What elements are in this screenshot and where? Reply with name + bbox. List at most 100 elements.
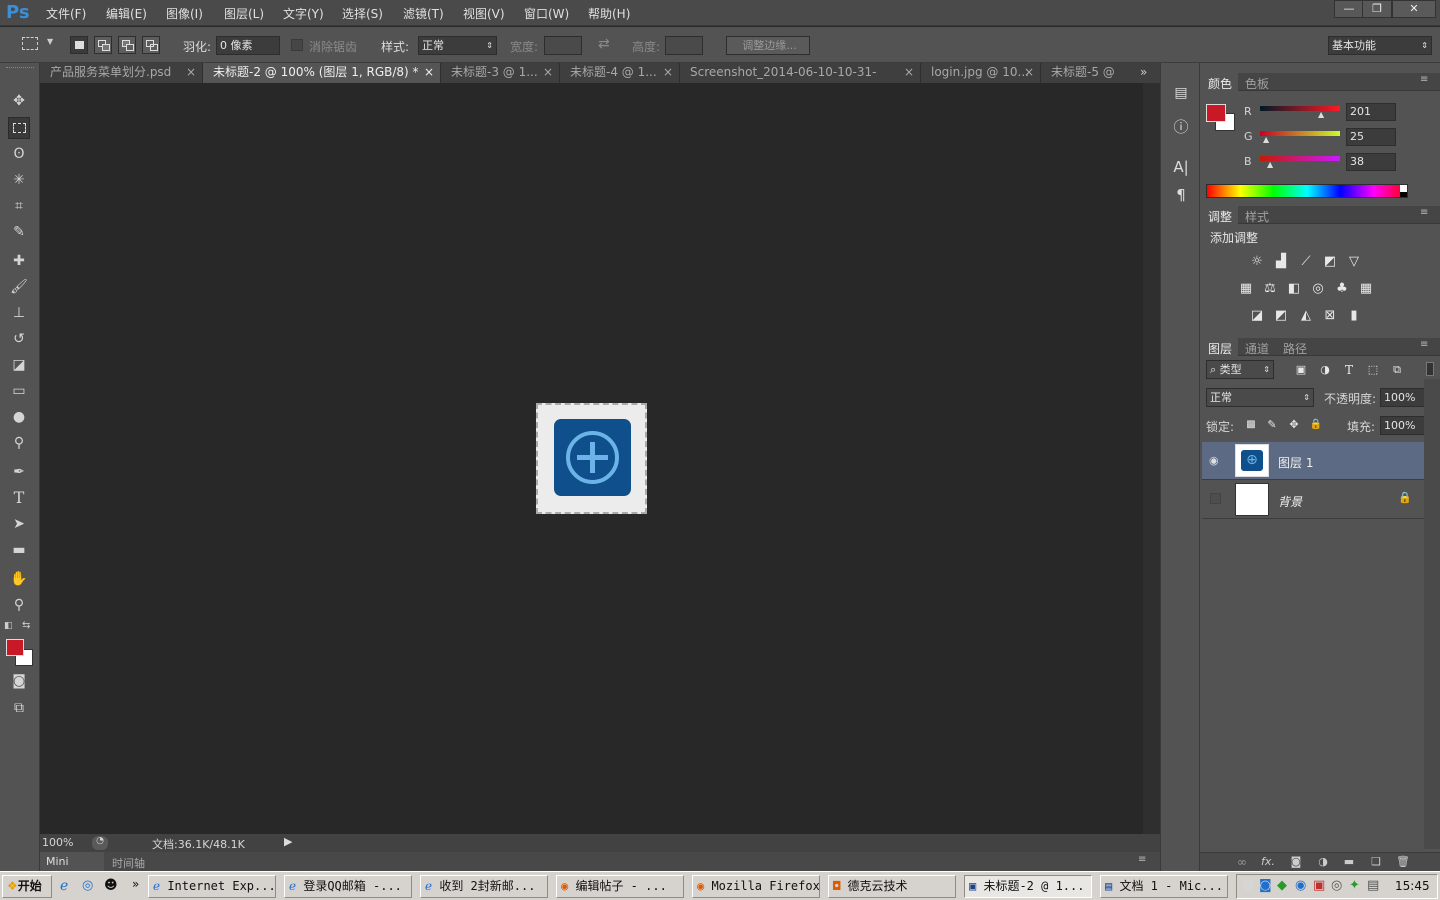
menu-select[interactable]: 选择(S) — [342, 5, 383, 22]
style-select[interactable]: 正常 ⇕ — [418, 36, 497, 55]
type-filter-icon[interactable]: T — [1340, 361, 1358, 379]
adjustment-filter-icon[interactable]: ◑ — [1316, 361, 1334, 379]
panel-menu-icon[interactable]: ≡ — [1420, 74, 1428, 85]
menu-help[interactable]: 帮助(H) — [588, 5, 630, 22]
vibrance-icon[interactable]: ▽ — [1345, 253, 1363, 271]
curves-icon[interactable]: ⟋ — [1297, 253, 1315, 271]
ime-tray-icon[interactable]: ◎ — [1331, 878, 1342, 893]
type-tool-icon[interactable]: T — [8, 487, 30, 509]
link-icon[interactable]: ∞ — [1233, 853, 1251, 871]
tool-tray-icon[interactable]: ▣ — [1313, 878, 1325, 893]
width-input[interactable] — [544, 36, 582, 55]
folder-icon[interactable]: ▬ — [1340, 853, 1358, 871]
close-icon[interactable]: × — [663, 63, 673, 82]
exposure-icon[interactable]: ◩ — [1321, 253, 1339, 271]
swap-colors-icon[interactable]: ⇆ — [22, 620, 30, 631]
color-lookup-icon[interactable]: ▦ — [1357, 280, 1375, 298]
menu-filter[interactable]: 滤镜(T) — [403, 5, 444, 22]
close-icon[interactable]: × — [904, 63, 914, 82]
path-selection-tool-icon[interactable]: ➤ — [8, 513, 30, 535]
close-icon[interactable]: × — [1024, 63, 1034, 82]
tab-document[interactable]: login.jpg @ 10... × — [921, 63, 1041, 83]
tab-adjustments[interactable]: 调整 — [1208, 208, 1232, 225]
lock-position-icon[interactable]: ✥ — [1285, 416, 1303, 434]
tab-layers[interactable]: 图层 — [1208, 340, 1232, 357]
panel-menu-icon[interactable]: ≡ — [1420, 339, 1428, 350]
quicklaunch-overflow-icon[interactable]: » — [132, 877, 139, 891]
layer-filter-select[interactable]: ⌕ 类型 ⇕ — [1206, 360, 1274, 379]
move-tool-icon[interactable]: ✥ — [8, 90, 30, 112]
brightness-icon[interactable]: ☼ — [1248, 253, 1266, 271]
tab-color[interactable]: 颜色 — [1208, 75, 1232, 92]
marquee-tool-icon[interactable] — [8, 117, 30, 139]
color-spectrum-ramp[interactable] — [1206, 184, 1408, 198]
tab-mini-bridge[interactable]: Mini Bridge — [40, 852, 104, 887]
close-icon[interactable]: × — [543, 63, 553, 82]
taskbar-item[interactable]: ℯ Internet Exp... — [148, 875, 276, 898]
menu-file[interactable]: 文件(F) — [46, 5, 86, 22]
taskbar-item[interactable]: ℯ 收到 2封新邮... — [420, 875, 548, 898]
tab-timeline[interactable]: 时间轴 — [112, 855, 145, 871]
start-button[interactable]: ❖开始 — [2, 875, 52, 898]
zoom-tool-icon[interactable]: ⚲ — [8, 594, 30, 616]
feather-input[interactable]: 0 像素 — [216, 36, 280, 55]
taskbar-item[interactable]: ◉ Mozilla Firefox — [692, 875, 820, 898]
blur-tool-icon[interactable]: ● — [8, 406, 30, 428]
refine-edge-button[interactable]: 调整边缘... — [726, 36, 810, 55]
restore-button[interactable]: ❐ — [1362, 0, 1392, 18]
paragraph-panel-icon[interactable]: ¶ — [1171, 186, 1191, 206]
black-white-icon[interactable]: ◧ — [1285, 280, 1303, 298]
tab-document-active[interactable]: 未标题-2 @ 100% (图层 1, RGB/8) * × — [203, 63, 441, 83]
info-panel-icon[interactable]: ⓘ — [1171, 116, 1191, 136]
blend-mode-select[interactable]: 正常 ⇕ — [1206, 388, 1314, 407]
filter-toggle[interactable] — [1426, 362, 1434, 376]
taskbar-item-active[interactable]: ▣ 未标题-2 @ 1... — [964, 875, 1092, 898]
close-button[interactable]: ✕ — [1392, 0, 1436, 18]
shape-tool-icon[interactable]: ▬ — [8, 539, 30, 561]
stamp-tool-icon[interactable]: ⊥ — [8, 302, 30, 324]
threshold-icon[interactable]: ◭ — [1297, 307, 1315, 325]
layer-row-selected[interactable]: ◉ ⊕ 图层 1 — [1202, 442, 1424, 480]
r-slider-handle[interactable]: ▲ — [1318, 110, 1324, 119]
fx-icon[interactable]: fx. — [1259, 853, 1277, 871]
intersect-selection-button[interactable] — [142, 36, 160, 54]
taskbar-item[interactable]: ▤ 文档 1 - Mic... — [1100, 875, 1228, 898]
lock-all-icon[interactable]: 🔒 — [1307, 416, 1325, 434]
dodge-tool-icon[interactable]: ⚲ — [8, 432, 30, 454]
volume-tray-icon[interactable]: ▤ — [1367, 878, 1379, 893]
panel-menu-icon[interactable]: ≡ — [1420, 207, 1428, 218]
menu-layer[interactable]: 图层(L) — [224, 5, 264, 22]
layer-name[interactable]: 背景 — [1278, 493, 1302, 510]
lock-pixels-icon[interactable]: ✎ — [1263, 416, 1281, 434]
taskbar-item[interactable]: ℯ 登录QQ邮箱 -... — [284, 875, 412, 898]
g-slider-handle[interactable]: ▲ — [1263, 135, 1269, 144]
tab-paths[interactable]: 路径 — [1283, 340, 1307, 357]
qq-quicklaunch-icon[interactable]: ☻ — [104, 878, 118, 893]
screen-mode-icon[interactable]: ⧉ — [8, 697, 30, 719]
taskbar-item[interactable]: ◘ 德克云技术 — [828, 875, 956, 898]
g-value-input[interactable]: 25 — [1346, 128, 1396, 146]
quick-mask-icon[interactable]: ◙ — [8, 670, 30, 692]
smart-object-filter-icon[interactable]: ⧉ — [1388, 361, 1406, 379]
eyedropper-tool-icon[interactable]: ✎ — [8, 221, 30, 243]
gradient-tool-icon[interactable]: ▭ — [8, 380, 30, 402]
new-selection-button[interactable] — [70, 36, 88, 54]
menu-image[interactable]: 图像(I) — [166, 5, 203, 22]
r-value-input[interactable]: 201 — [1346, 103, 1396, 121]
tab-document[interactable]: 产品服务菜单划分.psd × — [40, 63, 203, 83]
menu-view[interactable]: 视图(V) — [463, 5, 505, 22]
pixel-filter-icon[interactable]: ▣ — [1292, 361, 1310, 379]
tab-swatches[interactable]: 色板 — [1245, 75, 1269, 92]
b-slider-handle[interactable]: ▲ — [1267, 160, 1273, 169]
tab-document[interactable]: 未标题-5 @ — [1041, 63, 1127, 83]
color-balance-icon[interactable]: ⚖ — [1261, 280, 1279, 298]
layer-name[interactable]: 图层 1 — [1278, 454, 1313, 471]
layers-scrollbar[interactable] — [1424, 379, 1440, 849]
eraser-tool-icon[interactable]: ◪ — [8, 354, 30, 376]
gradient-map-icon[interactable]: ▮ — [1345, 307, 1363, 325]
character-panel-icon[interactable]: A| — [1171, 158, 1191, 178]
browser-quicklaunch-icon[interactable]: ◎ — [82, 878, 93, 893]
document-canvas[interactable] — [40, 83, 1160, 835]
ie-quicklaunch-icon[interactable]: ℯ — [60, 878, 68, 894]
height-input[interactable] — [665, 36, 703, 55]
